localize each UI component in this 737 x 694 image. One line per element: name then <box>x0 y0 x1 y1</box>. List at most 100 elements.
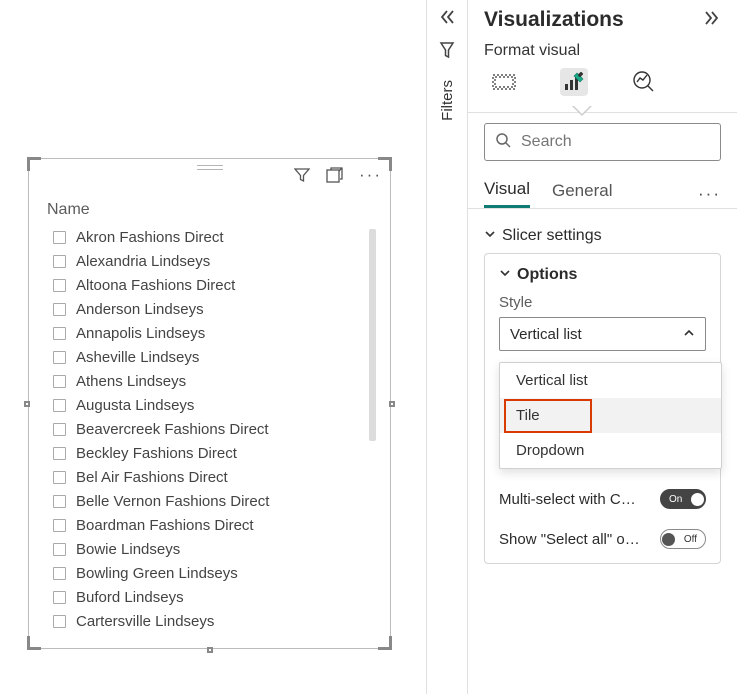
pane-title: Visualizations <box>484 8 624 32</box>
list-item[interactable]: Asheville Lindseys <box>53 345 372 369</box>
list-item-label: Athens Lindseys <box>76 373 186 390</box>
list-item[interactable]: Annapolis Lindseys <box>53 321 372 345</box>
tabs-more-icon[interactable]: ··· <box>698 184 721 204</box>
search-icon <box>495 132 511 153</box>
checkbox[interactable] <box>53 399 66 412</box>
list-item-label: Akron Fashions Direct <box>76 229 224 246</box>
style-dropdown[interactable]: Vertical list <box>499 317 706 351</box>
expand-chevrons-icon[interactable] <box>703 9 721 32</box>
tab-general[interactable]: General <box>552 181 612 207</box>
toggle-state-text: Off <box>667 534 699 545</box>
multi-select-label: Multi-select with C… <box>499 491 636 508</box>
checkbox[interactable] <box>53 615 66 628</box>
list-item[interactable]: Beckley Fashions Direct <box>53 441 372 465</box>
collapse-chevrons-icon[interactable] <box>438 8 456 31</box>
list-item[interactable]: Bel Air Fashions Direct <box>53 465 372 489</box>
checkbox[interactable] <box>53 591 66 604</box>
checkbox[interactable] <box>53 471 66 484</box>
resize-handle-l[interactable] <box>24 401 30 407</box>
scrollbar[interactable] <box>369 229 376 441</box>
list-item[interactable]: Bowie Lindseys <box>53 537 372 561</box>
select-all-toggle[interactable]: Off <box>660 529 706 549</box>
list-item-label: Annapolis Lindseys <box>76 325 205 342</box>
filters-pane-label[interactable]: Filters <box>439 80 456 121</box>
list-item[interactable]: Anderson Lindseys <box>53 297 372 321</box>
checkbox[interactable] <box>53 447 66 460</box>
list-item-label: Bel Air Fashions Direct <box>76 469 228 486</box>
section-slicer-settings-label: Slicer settings <box>502 227 602 245</box>
select-all-label: Show "Select all" o… <box>499 531 640 548</box>
list-item-label: Belle Vernon Fashions Direct <box>76 493 269 510</box>
style-option-vertical-list[interactable]: Vertical list <box>500 363 721 398</box>
list-item[interactable]: Boardman Fashions Direct <box>53 513 372 537</box>
style-dropdown-list: Vertical list Tile Dropdown <box>499 362 722 469</box>
checkbox[interactable] <box>53 375 66 388</box>
list-item-label: Anderson Lindseys <box>76 301 204 318</box>
list-item-label: Altoona Fashions Direct <box>76 277 235 294</box>
checkbox[interactable] <box>53 495 66 508</box>
list-item[interactable]: Alexandria Lindseys <box>53 249 372 273</box>
collapse-rail: Filters <box>427 0 467 694</box>
section-slicer-settings[interactable]: Slicer settings <box>484 227 721 245</box>
list-item-label: Cartersville Lindseys <box>76 613 214 630</box>
style-label: Style <box>499 294 706 311</box>
style-option-dropdown[interactable]: Dropdown <box>500 433 721 468</box>
more-options-icon[interactable]: ··· <box>359 165 382 185</box>
list-item-label: Bowling Green Lindseys <box>76 565 238 582</box>
tab-visual[interactable]: Visual <box>484 179 530 208</box>
section-options-label: Options <box>517 266 577 284</box>
resize-handle-bl[interactable] <box>27 636 41 650</box>
pane-subtitle: Format visual <box>484 42 721 60</box>
filters-icon[interactable] <box>438 41 456 66</box>
checkbox[interactable] <box>53 423 66 436</box>
style-option-tile[interactable]: Tile <box>500 398 721 433</box>
resize-handle-br[interactable] <box>378 636 392 650</box>
list-item[interactable]: Beavercreek Fashions Direct <box>53 417 372 441</box>
checkbox[interactable] <box>53 231 66 244</box>
list-item-label: Beavercreek Fashions Direct <box>76 421 269 438</box>
list-item-label: Asheville Lindseys <box>76 349 199 366</box>
multi-select-toggle[interactable]: On <box>660 489 706 509</box>
filter-icon[interactable] <box>294 167 310 183</box>
chevron-up-icon <box>683 326 695 343</box>
checkbox[interactable] <box>53 351 66 364</box>
list-item[interactable]: Akron Fashions Direct <box>53 225 372 249</box>
options-card: Options Style Vertical list Vertical lis… <box>484 253 721 564</box>
list-item-label: Augusta Lindseys <box>76 397 194 414</box>
active-mode-indicator <box>572 106 592 116</box>
list-item[interactable]: Belle Vernon Fashions Direct <box>53 489 372 513</box>
slicer-visual[interactable]: ··· Name Akron Fashions Direct Alexandria… <box>28 158 391 649</box>
list-item[interactable]: Altoona Fashions Direct <box>53 273 372 297</box>
chevron-down-icon <box>484 227 496 245</box>
focus-mode-icon[interactable] <box>326 167 343 184</box>
list-item[interactable]: Augusta Lindseys <box>53 393 372 417</box>
checkbox[interactable] <box>53 543 66 556</box>
format-visual-icon[interactable] <box>560 68 588 96</box>
list-item[interactable]: Bowling Green Lindseys <box>53 561 372 585</box>
list-item-label: Alexandria Lindseys <box>76 253 210 270</box>
drag-handle-icon[interactable] <box>197 165 223 170</box>
search-box[interactable] <box>484 123 721 161</box>
checkbox[interactable] <box>53 327 66 340</box>
checkbox[interactable] <box>53 567 66 580</box>
list-item[interactable]: Athens Lindseys <box>53 369 372 393</box>
visualizations-pane: Visualizations Format visual <box>467 0 737 694</box>
slicer-list[interactable]: Akron Fashions Direct Alexandria Lindseys… <box>53 225 372 640</box>
build-visual-icon[interactable] <box>490 68 518 96</box>
resize-handle-b[interactable] <box>207 647 213 653</box>
resize-handle-r[interactable] <box>389 401 395 407</box>
analytics-icon[interactable] <box>630 68 658 96</box>
checkbox[interactable] <box>53 303 66 316</box>
list-item[interactable]: Cartersville Lindseys <box>53 609 372 633</box>
checkbox[interactable] <box>53 255 66 268</box>
checkbox[interactable] <box>53 279 66 292</box>
slicer-field-title: Name <box>47 201 90 219</box>
checkbox[interactable] <box>53 519 66 532</box>
style-selected-value: Vertical list <box>510 326 582 343</box>
report-canvas: ··· Name Akron Fashions Direct Alexandria… <box>0 0 427 694</box>
list-item[interactable]: Buford Lindseys <box>53 585 372 609</box>
section-options[interactable]: Options <box>499 266 706 284</box>
search-input[interactable] <box>519 132 710 152</box>
list-item-label: Beckley Fashions Direct <box>76 445 237 462</box>
list-item-label: Bowie Lindseys <box>76 541 180 558</box>
